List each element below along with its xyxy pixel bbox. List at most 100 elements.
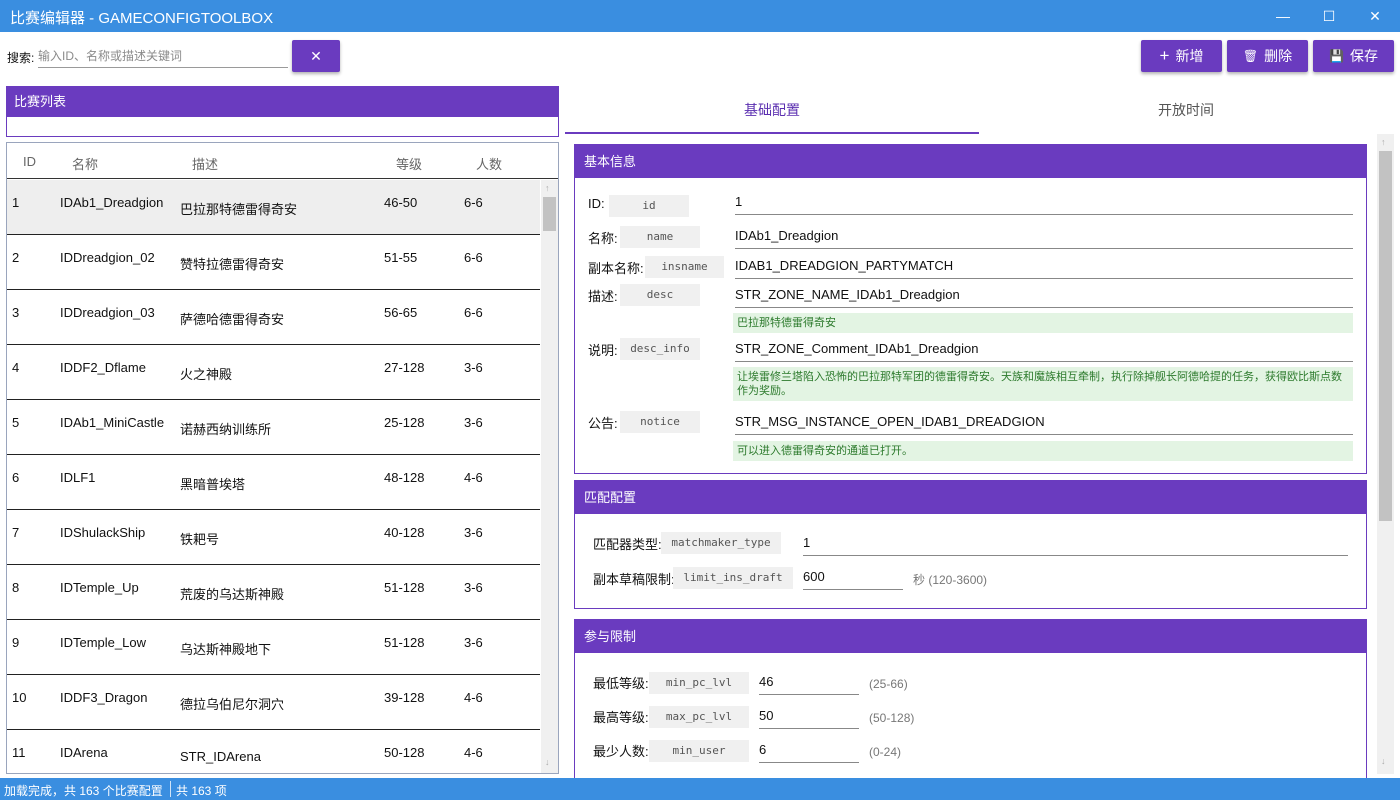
table-row[interactable]: 7 IDShulackShip 铁耙号 40-128 3-6 — [7, 510, 540, 565]
min-level-field[interactable]: 46 — [759, 671, 859, 695]
notice-label: 公告: — [588, 416, 618, 431]
cell-id: 2 — [12, 250, 20, 265]
search-label: 搜索: — [7, 51, 35, 65]
desc-info-field[interactable]: STR_ZONE_Comment_IDAb1_Dreadgion — [735, 338, 1353, 362]
id-field[interactable]: 1 — [735, 191, 1353, 215]
cell-name: IDDreadgion_02 — [60, 250, 155, 265]
min-user-hint: (0-24) — [869, 745, 902, 759]
column-id[interactable]: ID — [23, 154, 36, 169]
basic-info-header: 基本信息 — [575, 145, 1366, 178]
cell-desc: 萨德哈德雷得奇安 — [180, 312, 285, 327]
table-row[interactable]: 10 IDDF3_Dragon 德拉乌伯尼尔洞穴 39-128 4-6 — [7, 675, 540, 730]
matchmaker-type-label: 匹配器类型: — [593, 537, 662, 552]
cell-count: 6-6 — [464, 305, 483, 320]
cell-level: 48-128 — [384, 470, 425, 485]
trash-icon: 🗑 — [1242, 49, 1259, 63]
notice-field[interactable]: STR_MSG_INSTANCE_OPEN_IDAB1_DREADGION — [735, 411, 1353, 435]
table-row[interactable]: 11 IDArena STR_IDArena 50-128 4-6 — [7, 730, 540, 773]
detail-scrollbar[interactable]: ↑ ↓ — [1377, 134, 1394, 774]
max-level-key-tag: max_pc_lvl — [649, 706, 749, 728]
scroll-down-icon[interactable]: ↓ — [545, 757, 550, 767]
insname-key-tag: insname — [645, 256, 724, 278]
table-row[interactable]: 9 IDTemple_Low 乌达斯神殿地下 51-128 3-6 — [7, 620, 540, 675]
add-button[interactable]: + 新增 — [1141, 40, 1222, 72]
scroll-down-icon[interactable]: ↓ — [1381, 756, 1386, 766]
cell-level: 39-128 — [384, 690, 425, 705]
min-level-key-tag: min_pc_lvl — [649, 672, 749, 694]
cell-id: 5 — [12, 415, 20, 430]
status-text: 加载完成，共 163 个比赛配置 — [4, 784, 163, 798]
table-row[interactable]: 1 IDAb1_Dreadgion 巴拉那特德雷得奇安 46-50 6-6 — [7, 180, 540, 235]
limit-ins-draft-field[interactable]: 600 — [803, 566, 903, 590]
list-scrollbar-thumb[interactable] — [543, 197, 556, 231]
desc-label: 描述: — [588, 289, 618, 304]
cell-id: 4 — [12, 360, 20, 375]
matchmaker-type-field[interactable]: 1 — [803, 532, 1348, 556]
limit-ins-draft-key-tag: limit_ins_draft — [673, 567, 793, 589]
max-level-field[interactable]: 50 — [759, 705, 859, 729]
table-row[interactable]: 3 IDDreadgion_03 萨德哈德雷得奇安 56-65 6-6 — [7, 290, 540, 345]
column-desc[interactable]: 描述 — [192, 154, 218, 173]
cell-count: 4-6 — [464, 745, 483, 760]
table-row[interactable]: 6 IDLF1 黑暗普埃塔 48-128 4-6 — [7, 455, 540, 510]
delete-button[interactable]: 🗑 删除 — [1227, 40, 1308, 72]
add-button-label: 新增 — [1175, 48, 1204, 64]
cell-level: 50-128 — [384, 745, 425, 760]
cell-desc: 铁耙号 — [180, 532, 220, 547]
save-button-label: 保存 — [1349, 48, 1378, 64]
plus-icon: + — [1159, 46, 1170, 65]
table-row[interactable]: 4 IDDF2_Dflame 火之神殿 27-128 3-6 — [7, 345, 540, 400]
min-level-label: 最低等级: — [593, 676, 649, 691]
cell-count: 6-6 — [464, 195, 483, 210]
minimize-icon[interactable]: — — [1260, 0, 1306, 32]
cell-name: IDAb1_MiniCastle — [60, 415, 165, 430]
cell-id: 10 — [12, 690, 27, 705]
cell-name: IDShulackShip — [60, 525, 146, 540]
cell-desc: STR_IDArena — [180, 749, 261, 764]
insname-label: 副本名称: — [588, 261, 644, 276]
clear-search-button[interactable]: ✕ — [292, 40, 340, 72]
id-label: ID: — [588, 196, 605, 211]
list-header: 比赛列表 — [6, 86, 559, 117]
cell-count: 3-6 — [464, 415, 483, 430]
tab-basic-config[interactable]: 基础配置 — [565, 86, 979, 134]
search-input[interactable] — [38, 44, 288, 68]
min-user-key-tag: min_user — [649, 740, 749, 762]
cell-desc: 黑暗普埃塔 — [180, 477, 246, 492]
cell-level: 51-55 — [384, 250, 418, 265]
table-row[interactable]: 2 IDDreadgion_02 赞特拉德雷得奇安 51-55 6-6 — [7, 235, 540, 290]
desc-translation-note: 巴拉那特德雷得奇安 — [733, 313, 1353, 333]
cell-name: IDTemple_Low — [60, 635, 146, 650]
scroll-up-icon[interactable]: ↑ — [545, 183, 550, 193]
cell-desc: 火之神殿 — [180, 367, 233, 382]
scroll-up-icon[interactable]: ↑ — [1381, 137, 1386, 147]
close-icon[interactable]: ✕ — [1352, 0, 1398, 32]
cell-name: IDTemple_Up — [60, 580, 139, 595]
min-user-field[interactable]: 6 — [759, 739, 859, 763]
cell-desc: 乌达斯神殿地下 — [180, 642, 272, 657]
notice-translation-note: 可以进入德雷得奇安的通道已打开。 — [733, 441, 1353, 461]
list-scrollbar[interactable]: ↑ ↓ — [541, 180, 558, 773]
desc-info-translation-note: 让埃雷修兰塔陷入恐怖的巴拉那特军团的德雷得奇安。天族和魔族相互牵制，执行除掉舰长… — [733, 367, 1353, 401]
notice-key-tag: notice — [620, 411, 700, 433]
cell-name: IDArena — [60, 745, 108, 760]
close-icon: ✕ — [310, 47, 322, 64]
column-level[interactable]: 等级 — [396, 154, 422, 173]
tab-open-time[interactable]: 开放时间 — [979, 86, 1393, 134]
match-table[interactable]: ID 名称 描述 等级 人数 1 IDAb1_Dreadgion 巴拉那特德雷得奇安… — [6, 142, 559, 774]
maximize-icon[interactable]: ☐ — [1306, 0, 1352, 32]
table-row[interactable]: 8 IDTemple_Up 荒废的乌达斯神殿 51-128 3-6 — [7, 565, 540, 620]
table-row[interactable]: 5 IDAb1_MiniCastle 诺赫西纳训练所 25-128 3-6 — [7, 400, 540, 455]
cell-count: 3-6 — [464, 360, 483, 375]
cell-id: 7 — [12, 525, 20, 540]
detail-scrollbar-thumb[interactable] — [1379, 151, 1392, 521]
column-count[interactable]: 人数 — [476, 154, 502, 173]
name-field[interactable]: IDAb1_Dreadgion — [735, 225, 1353, 249]
insname-field[interactable]: IDAB1_DREADGION_PARTYMATCH — [735, 255, 1353, 279]
column-name[interactable]: 名称 — [72, 154, 98, 173]
limits-header: 参与限制 — [575, 620, 1366, 653]
save-button[interactable]: 💾 保存 — [1313, 40, 1394, 72]
cell-level: 51-128 — [384, 580, 425, 595]
desc-field[interactable]: STR_ZONE_NAME_IDAb1_Dreadgion — [735, 284, 1353, 308]
cell-count: 3-6 — [464, 635, 483, 650]
